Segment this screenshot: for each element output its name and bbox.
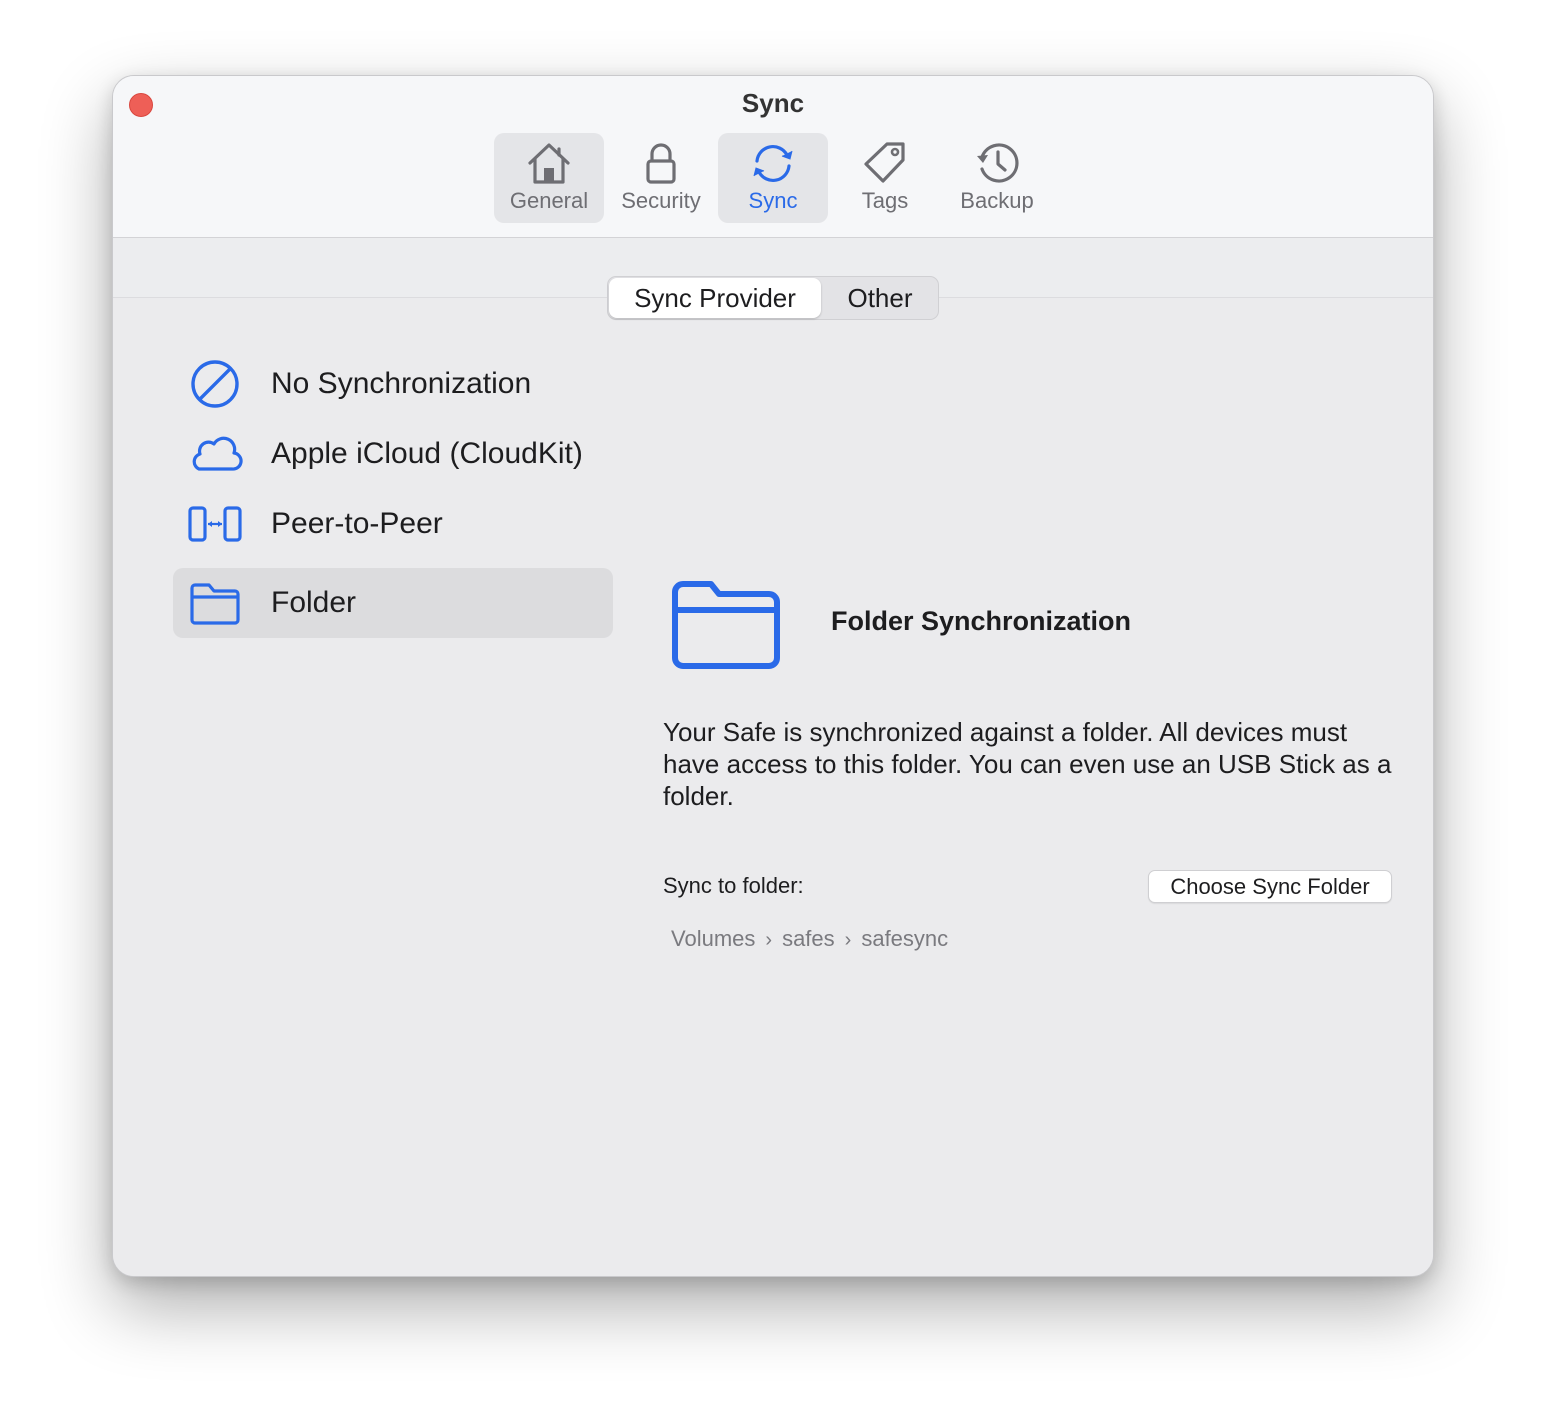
sync-to-folder-label: Sync to folder: xyxy=(663,873,804,898)
chevron-right-icon: › xyxy=(765,929,773,951)
toolbar-label-security: Security xyxy=(621,188,701,213)
toolbar-label-sync: Sync xyxy=(748,188,798,213)
path-segment[interactable]: Volumes xyxy=(671,926,755,952)
choose-sync-folder-button[interactable]: Choose Sync Folder xyxy=(1148,870,1392,903)
provider-label: No Synchronization xyxy=(271,367,532,400)
provider-label: Peer-to-Peer xyxy=(271,507,443,540)
segment-other[interactable]: Other xyxy=(822,277,938,319)
detail-title: Folder Synchronization xyxy=(831,606,1132,636)
segment-sync-provider[interactable]: Sync Provider xyxy=(609,278,821,318)
content-box: No Synchronization Apple iCloud (CloudKi… xyxy=(113,297,1433,1276)
title-bar: Sync General Security Sync Tags Backup xyxy=(113,76,1433,238)
lock-icon xyxy=(646,143,676,184)
window-title: Sync xyxy=(741,88,805,118)
provider-item-icloud[interactable]: Apple iCloud (CloudKit) xyxy=(173,419,613,489)
folder-large-icon xyxy=(672,581,780,669)
provider-item-peer-to-peer[interactable]: Peer-to-Peer xyxy=(173,489,613,559)
house-icon xyxy=(528,143,570,184)
prohibited-icon xyxy=(191,360,239,408)
provider-label: Apple iCloud (CloudKit) xyxy=(271,437,583,470)
provider-item-no-sync[interactable]: No Synchronization xyxy=(173,349,613,419)
toolbar-tab-security[interactable]: Security xyxy=(606,133,716,223)
path-segment[interactable]: safesync xyxy=(861,926,948,952)
toolbar-tab-sync[interactable]: Sync xyxy=(718,133,828,223)
toolbar-tab-general[interactable]: General xyxy=(494,133,604,223)
path-segment[interactable]: safes xyxy=(782,926,835,952)
preferences-window: Sync General Security Sync Tags Backup N… xyxy=(112,75,1434,1277)
toolbar-label-tags: Tags xyxy=(861,188,909,213)
provider-label: Folder xyxy=(271,586,357,619)
peer-to-peer-icon xyxy=(188,506,242,542)
toolbar-label-backup: Backup xyxy=(960,188,1034,213)
clock-history-icon xyxy=(977,143,1019,183)
chevron-right-icon: › xyxy=(844,929,852,951)
toolbar-tab-tags[interactable]: Tags xyxy=(830,133,940,223)
provider-item-folder[interactable]: Folder xyxy=(173,568,613,638)
folder-icon xyxy=(190,583,240,625)
segmented-control: Sync Provider Other xyxy=(607,276,939,320)
toolbar-label-general: General xyxy=(509,188,589,213)
cloud-icon xyxy=(192,436,243,471)
sync-icon xyxy=(753,145,793,182)
path-control[interactable]: Volumes › safes › safesync xyxy=(671,926,948,952)
detail-description: Your Safe is synchronized against a fold… xyxy=(663,717,1392,811)
tag-icon xyxy=(864,142,905,183)
toolbar-tab-backup[interactable]: Backup xyxy=(942,133,1052,223)
